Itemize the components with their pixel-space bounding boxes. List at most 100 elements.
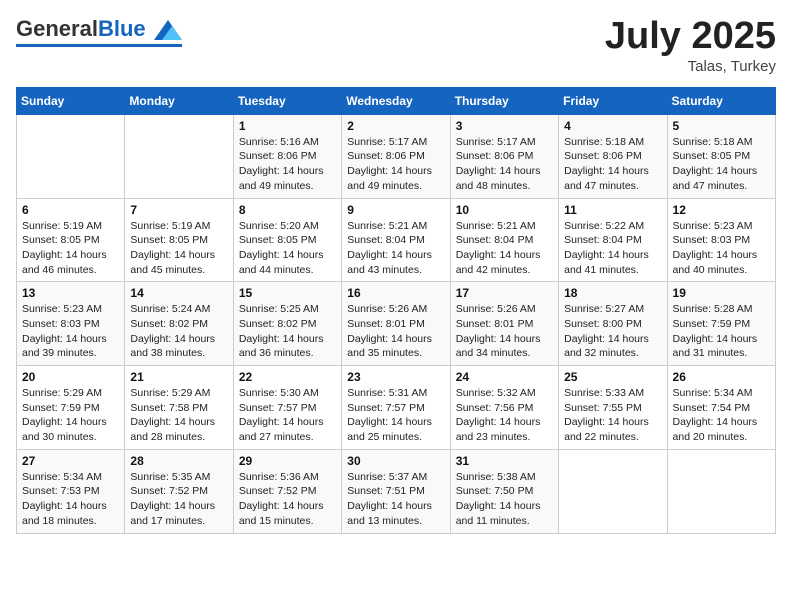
calendar-cell: 18Sunrise: 5:27 AM Sunset: 8:00 PM Dayli… (559, 282, 667, 366)
day-info: Sunrise: 5:36 AM Sunset: 7:52 PM Dayligh… (239, 470, 336, 529)
calendar-week-1: 1 Sunrise: 5:16 AM Sunset: 8:06 PM Daylig… (17, 114, 776, 198)
col-friday: Friday (559, 87, 667, 114)
day-info: Sunrise: 5:24 AM Sunset: 8:02 PM Dayligh… (130, 302, 227, 361)
day-info: Sunrise: 5:33 AM Sunset: 7:55 PM Dayligh… (564, 386, 661, 445)
day-info: Sunrise: 5:23 AM Sunset: 8:03 PM Dayligh… (673, 219, 770, 278)
calendar-cell: 30Sunrise: 5:37 AM Sunset: 7:51 PM Dayli… (342, 449, 450, 533)
day-info: Sunrise: 5:26 AM Sunset: 8:01 PM Dayligh… (456, 302, 553, 361)
calendar-week-3: 13 Sunrise: 5:23 AM Sunset: 8:03 PM Dayli… (17, 282, 776, 366)
calendar-cell: 31Sunrise: 5:38 AM Sunset: 7:50 PM Dayli… (450, 449, 558, 533)
calendar-cell (125, 114, 233, 198)
calendar-cell: 14 Sunrise: 5:24 AM Sunset: 8:02 PM Dayli… (125, 282, 233, 366)
day-number: 27 (22, 454, 119, 468)
col-monday: Monday (125, 87, 233, 114)
calendar-cell: 9 Sunrise: 5:21 AM Sunset: 8:04 PM Daylig… (342, 198, 450, 282)
calendar-cell (17, 114, 125, 198)
calendar-cell: 5 Sunrise: 5:18 AM Sunset: 8:05 PM Daylig… (667, 114, 775, 198)
day-number: 20 (22, 370, 119, 384)
day-info: Sunrise: 5:17 AM Sunset: 8:06 PM Dayligh… (456, 135, 553, 194)
page-header: GeneralBlue July 2025 Talas, Turkey (16, 16, 776, 75)
calendar-cell: 8Sunrise: 5:20 AM Sunset: 8:05 PM Daylig… (233, 198, 341, 282)
calendar-cell (667, 449, 775, 533)
day-info: Sunrise: 5:27 AM Sunset: 8:00 PM Dayligh… (564, 302, 661, 361)
day-number: 4 (564, 119, 661, 133)
day-info: Sunrise: 5:37 AM Sunset: 7:51 PM Dayligh… (347, 470, 444, 529)
day-info: Sunrise: 5:26 AM Sunset: 8:01 PM Dayligh… (347, 302, 444, 361)
day-number: 14 (130, 286, 227, 300)
day-number: 15 (239, 286, 336, 300)
day-info: Sunrise: 5:34 AM Sunset: 7:54 PM Dayligh… (673, 386, 770, 445)
day-info: Sunrise: 5:25 AM Sunset: 8:02 PM Dayligh… (239, 302, 336, 361)
day-number: 29 (239, 454, 336, 468)
day-number: 7 (130, 203, 227, 217)
day-info: Sunrise: 5:29 AM Sunset: 7:59 PM Dayligh… (22, 386, 119, 445)
calendar-cell: 23Sunrise: 5:31 AM Sunset: 7:57 PM Dayli… (342, 366, 450, 450)
day-info: Sunrise: 5:18 AM Sunset: 8:05 PM Dayligh… (673, 135, 770, 194)
day-number: 19 (673, 286, 770, 300)
day-number: 11 (564, 203, 661, 217)
day-info: Sunrise: 5:21 AM Sunset: 8:04 PM Dayligh… (347, 219, 444, 278)
day-number: 31 (456, 454, 553, 468)
day-info: Sunrise: 5:21 AM Sunset: 8:04 PM Dayligh… (456, 219, 553, 278)
day-info: Sunrise: 5:23 AM Sunset: 8:03 PM Dayligh… (22, 302, 119, 361)
calendar-week-4: 20 Sunrise: 5:29 AM Sunset: 7:59 PM Dayli… (17, 366, 776, 450)
calendar-cell: 26Sunrise: 5:34 AM Sunset: 7:54 PM Dayli… (667, 366, 775, 450)
col-saturday: Saturday (667, 87, 775, 114)
day-info: Sunrise: 5:16 AM Sunset: 8:06 PM Dayligh… (239, 135, 336, 194)
day-number: 24 (456, 370, 553, 384)
day-number: 9 (347, 203, 444, 217)
calendar-cell: 12Sunrise: 5:23 AM Sunset: 8:03 PM Dayli… (667, 198, 775, 282)
day-number: 21 (130, 370, 227, 384)
calendar-cell (559, 449, 667, 533)
day-number: 23 (347, 370, 444, 384)
day-info: Sunrise: 5:18 AM Sunset: 8:06 PM Dayligh… (564, 135, 661, 194)
calendar-week-2: 6Sunrise: 5:19 AM Sunset: 8:05 PM Daylig… (17, 198, 776, 282)
calendar-cell: 19 Sunrise: 5:28 AM Sunset: 7:59 PM Dayli… (667, 282, 775, 366)
day-info: Sunrise: 5:32 AM Sunset: 7:56 PM Dayligh… (456, 386, 553, 445)
day-number: 25 (564, 370, 661, 384)
logo-general: General (16, 16, 98, 41)
calendar-cell: 4 Sunrise: 5:18 AM Sunset: 8:06 PM Daylig… (559, 114, 667, 198)
logo: GeneralBlue (16, 16, 182, 47)
header-row: Sunday Monday Tuesday Wednesday Thursday… (17, 87, 776, 114)
month-year: July 2025 (605, 16, 776, 58)
day-info: Sunrise: 5:28 AM Sunset: 7:59 PM Dayligh… (673, 302, 770, 361)
calendar-cell: 2 Sunrise: 5:17 AM Sunset: 8:06 PM Daylig… (342, 114, 450, 198)
calendar-cell: 29 Sunrise: 5:36 AM Sunset: 7:52 PM Dayli… (233, 449, 341, 533)
calendar-week-5: 27Sunrise: 5:34 AM Sunset: 7:53 PM Dayli… (17, 449, 776, 533)
day-info: Sunrise: 5:19 AM Sunset: 8:05 PM Dayligh… (130, 219, 227, 278)
day-number: 3 (456, 119, 553, 133)
day-number: 16 (347, 286, 444, 300)
day-info: Sunrise: 5:22 AM Sunset: 8:04 PM Dayligh… (564, 219, 661, 278)
day-number: 5 (673, 119, 770, 133)
calendar-cell: 24 Sunrise: 5:32 AM Sunset: 7:56 PM Dayli… (450, 366, 558, 450)
calendar-cell: 6Sunrise: 5:19 AM Sunset: 8:05 PM Daylig… (17, 198, 125, 282)
calendar-table: Sunday Monday Tuesday Wednesday Thursday… (16, 87, 776, 534)
day-info: Sunrise: 5:19 AM Sunset: 8:05 PM Dayligh… (22, 219, 119, 278)
calendar-cell: 27Sunrise: 5:34 AM Sunset: 7:53 PM Dayli… (17, 449, 125, 533)
calendar-cell: 11 Sunrise: 5:22 AM Sunset: 8:04 PM Dayli… (559, 198, 667, 282)
day-info: Sunrise: 5:30 AM Sunset: 7:57 PM Dayligh… (239, 386, 336, 445)
day-number: 22 (239, 370, 336, 384)
day-number: 13 (22, 286, 119, 300)
logo-blue: Blue (98, 16, 146, 41)
calendar-cell: 7 Sunrise: 5:19 AM Sunset: 8:05 PM Daylig… (125, 198, 233, 282)
col-thursday: Thursday (450, 87, 558, 114)
day-info: Sunrise: 5:20 AM Sunset: 8:05 PM Dayligh… (239, 219, 336, 278)
location: Talas, Turkey (605, 58, 776, 75)
day-number: 2 (347, 119, 444, 133)
logo-text: GeneralBlue (16, 16, 182, 42)
col-sunday: Sunday (17, 87, 125, 114)
calendar-cell: 16 Sunrise: 5:26 AM Sunset: 8:01 PM Dayli… (342, 282, 450, 366)
calendar-cell: 1 Sunrise: 5:16 AM Sunset: 8:06 PM Daylig… (233, 114, 341, 198)
logo-icon (154, 20, 182, 40)
calendar-cell: 22 Sunrise: 5:30 AM Sunset: 7:57 PM Dayli… (233, 366, 341, 450)
logo-underline (16, 44, 182, 47)
calendar-cell: 3 Sunrise: 5:17 AM Sunset: 8:06 PM Daylig… (450, 114, 558, 198)
day-number: 1 (239, 119, 336, 133)
calendar-cell: 21Sunrise: 5:29 AM Sunset: 7:58 PM Dayli… (125, 366, 233, 450)
day-info: Sunrise: 5:35 AM Sunset: 7:52 PM Dayligh… (130, 470, 227, 529)
calendar-cell: 28 Sunrise: 5:35 AM Sunset: 7:52 PM Dayli… (125, 449, 233, 533)
day-number: 28 (130, 454, 227, 468)
day-info: Sunrise: 5:17 AM Sunset: 8:06 PM Dayligh… (347, 135, 444, 194)
